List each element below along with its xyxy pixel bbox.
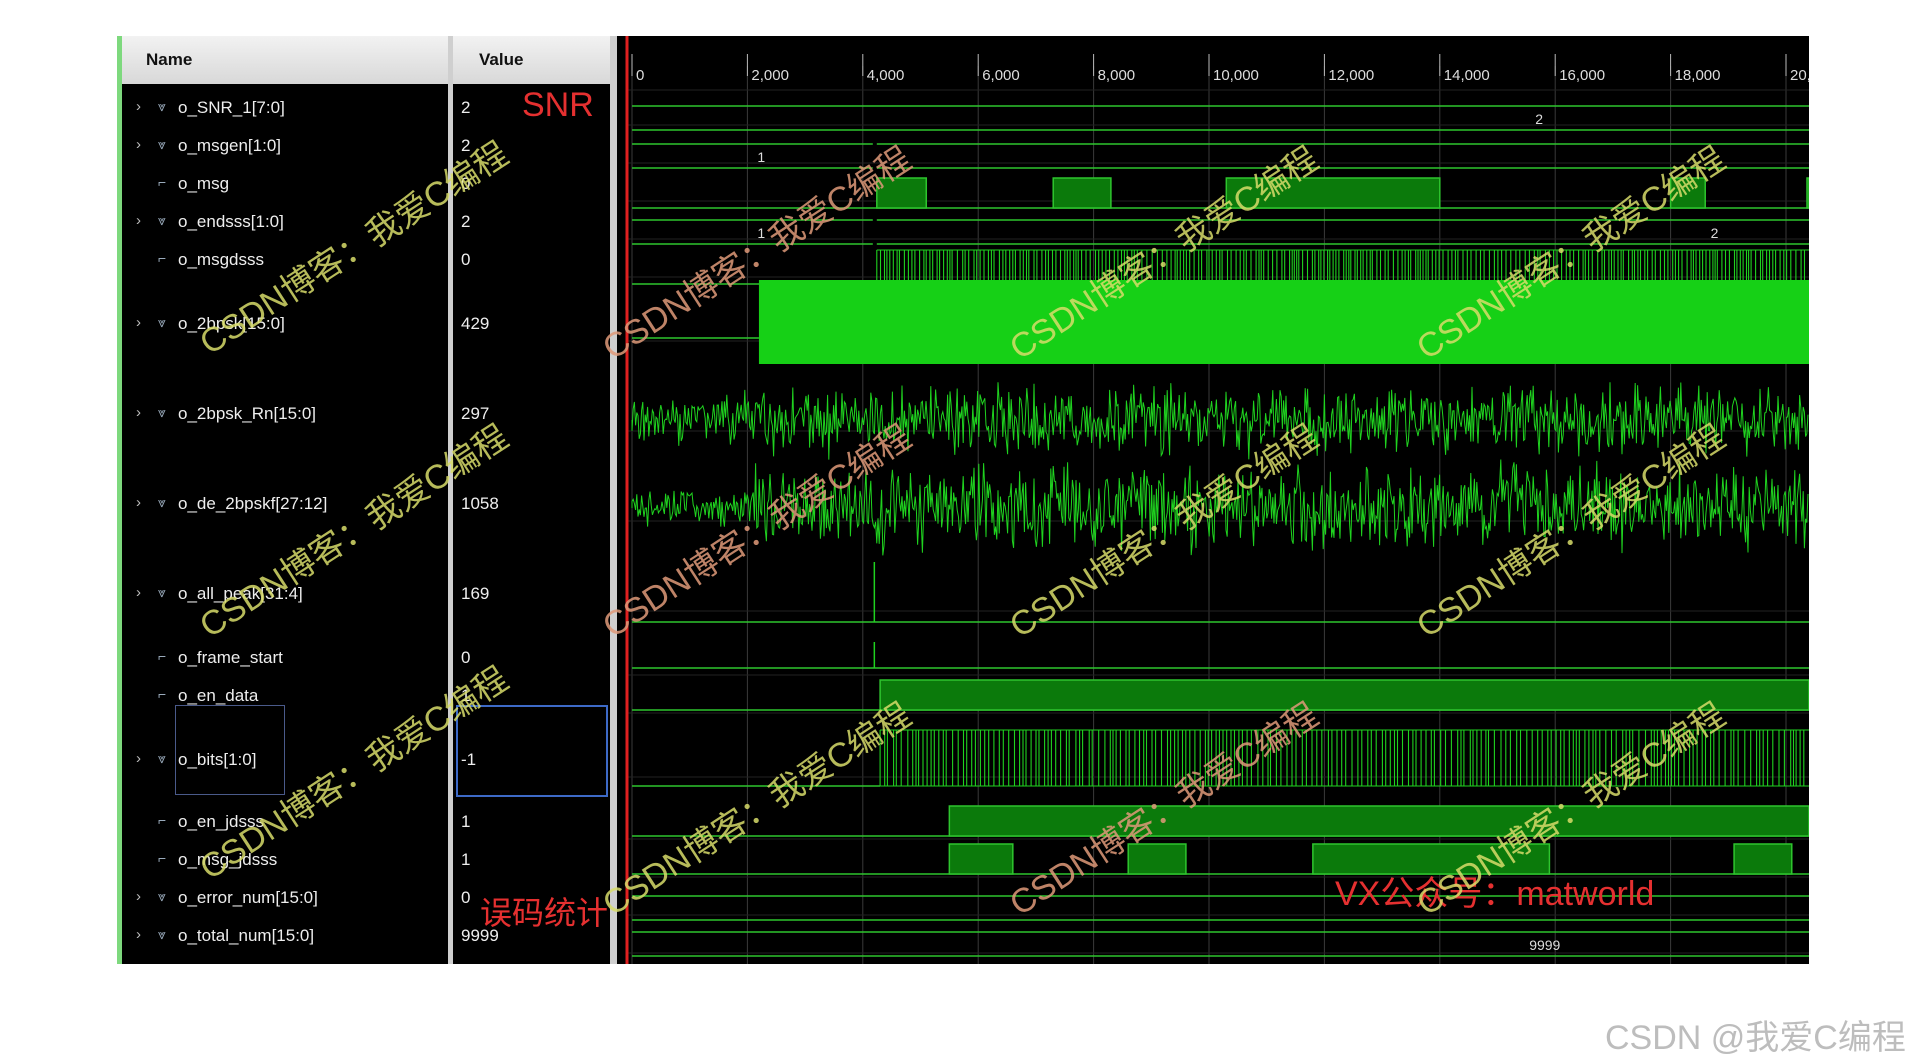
signal-row-o-frame-start[interactable]: ⌐ o_frame_start (122, 646, 448, 672)
signal-value: 0 (461, 250, 471, 269)
time-tick-label: 18,000 (1675, 67, 1721, 84)
signal-row-o-msg-jdsss[interactable]: ⌐ o_msg_jdsss (122, 848, 448, 874)
bit-high-pulse (1733, 843, 1793, 875)
signal-name: o_endsss[1:0] (178, 212, 284, 231)
signal-name: o_msgdsss (178, 250, 264, 269)
expand-chevron-icon[interactable]: › (136, 926, 141, 943)
footer-credit: CSDN @我爱C编程 (1605, 1019, 1906, 1057)
waveform-viewer: Name Value › ⩔ o_SNR_1[7:0] 2 › ⩔ o_msgen[1:0]… (0, 0, 1921, 1064)
noisy-bpsk-trace (631, 382, 1809, 460)
selected-value-cell[interactable] (456, 705, 608, 797)
bus-signal-icon: ⩔ (158, 212, 166, 228)
bus-trace (632, 105, 1809, 131)
expand-chevron-icon[interactable]: › (136, 212, 141, 229)
signal-row-o-total-num[interactable]: › ⩔ o_total_num[15:0] (122, 924, 448, 950)
expand-chevron-icon[interactable]: › (136, 404, 141, 421)
selection-highlight (175, 705, 285, 795)
signal-value: 429 (461, 314, 490, 333)
bit-high-pulse (1052, 177, 1112, 209)
bus-signal-icon: ⩔ (158, 314, 166, 330)
time-tick-label: 14,000 (1444, 67, 1490, 84)
signal-name: o_total_num[15:0] (178, 926, 315, 945)
time-tick-label: 16,000 (1559, 67, 1605, 84)
time-tick-label: 20,0 (1790, 67, 1809, 84)
bus-trace (632, 931, 1809, 957)
signal-value: 1058 (461, 494, 499, 513)
value-column-header[interactable]: Value (453, 36, 610, 84)
time-tick-label: 0 (636, 67, 644, 84)
signal-value: 1 (461, 850, 471, 869)
bit-signal-icon: ⌐ (158, 686, 167, 702)
time-tick-label: 6,000 (982, 67, 1020, 84)
signal-value: 169 (461, 584, 490, 603)
bus-value-label: 2 (1711, 225, 1719, 241)
expand-chevron-icon[interactable]: › (136, 314, 141, 331)
bus-signal-icon: ⩔ (158, 404, 166, 420)
time-tick-label: 10,000 (1213, 67, 1259, 84)
signal-name: o_error_num[15:0] (178, 888, 318, 907)
expand-chevron-icon[interactable]: › (136, 136, 141, 153)
bus-value-label: 1 (757, 149, 765, 165)
bit-signal-icon: ⌐ (158, 812, 167, 828)
signal-row-o-error-num[interactable]: › ⩔ o_error_num[15:0] (122, 886, 448, 912)
bus-trace (632, 143, 873, 169)
bit-signal-icon: ⌐ (158, 174, 167, 190)
signal-name: o_msg (178, 174, 230, 193)
bit-high-pulse (1806, 177, 1809, 209)
signal-name: o_2bpsk_Rn[15:0] (178, 404, 316, 423)
expand-chevron-icon[interactable]: › (136, 494, 141, 511)
dense-bit-trace (876, 250, 1806, 284)
signal-name: o_en_data (178, 686, 259, 705)
signal-row-o-en-data[interactable]: ⌐ o_en_data (122, 684, 448, 710)
error-stats-annotation: 误码统计 (480, 895, 609, 931)
expand-chevron-icon[interactable]: › (136, 750, 141, 767)
bus-signal-icon: ⩔ (158, 98, 166, 114)
bus-value-label: 9999 (1529, 937, 1560, 953)
modulated-signal-block (758, 280, 1809, 364)
signal-name: o_de_2bpskf[27:12] (178, 494, 328, 513)
snr-annotation: SNR (522, 86, 594, 124)
signal-name: o_frame_start (178, 648, 283, 667)
bit-signal-icon: ⌐ (158, 250, 167, 266)
bus-signal-icon: ⩔ (158, 926, 166, 942)
signal-name: o_SNR_1[7:0] (178, 98, 285, 117)
bit-signal-icon: ⌐ (158, 648, 167, 664)
signal-value: 1 (461, 812, 471, 831)
bit-high-pulse (948, 843, 1014, 875)
bus-signal-icon: ⩔ (158, 584, 166, 600)
bus-value-label: 2 (1535, 111, 1543, 127)
bus-signal-icon: ⩔ (158, 494, 166, 510)
signal-value: 0 (461, 888, 471, 907)
expand-chevron-icon[interactable]: › (136, 888, 141, 905)
bit-signal-icon: ⌐ (158, 850, 167, 866)
column-divider[interactable] (610, 36, 617, 964)
bit-high-pulse (879, 679, 1809, 711)
bus-signal-icon: ⩔ (158, 136, 166, 152)
time-tick-label: 12,000 (1328, 67, 1374, 84)
signal-row-o-snr-1[interactable]: › ⩔ o_SNR_1[7:0] (122, 96, 448, 122)
signal-row-o-msgen[interactable]: › ⩔ o_msgen[1:0] (122, 134, 448, 160)
time-tick-label: 8,000 (1098, 67, 1136, 84)
signal-name: o_msgen[1:0] (178, 136, 282, 155)
signal-value: 2 (461, 98, 471, 117)
time-tick-label: 4,000 (867, 67, 905, 84)
signal-value: 2 (461, 212, 471, 231)
name-column-header[interactable]: Name (122, 36, 448, 84)
expand-chevron-icon[interactable]: › (136, 584, 141, 601)
bus-signal-icon: ⩔ (158, 750, 166, 766)
expand-chevron-icon[interactable]: › (136, 98, 141, 115)
signal-row-o-2bpsk-rn[interactable]: › ⩔ o_2bpsk_Rn[15:0] (122, 402, 448, 428)
time-tick-label: 2,000 (751, 67, 789, 84)
bus-trace (876, 219, 1809, 245)
bus-signal-icon: ⩔ (158, 888, 166, 904)
